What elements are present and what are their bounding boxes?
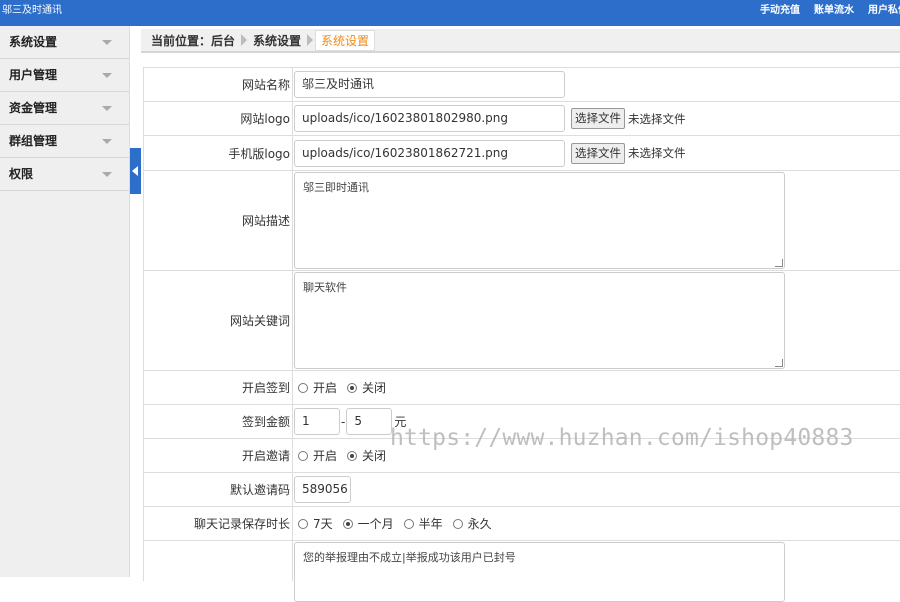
resize-grip-icon[interactable] (775, 259, 783, 267)
row-mobile-logo: 手机版logo uploads/ico/16023801862721.png 选… (144, 136, 900, 171)
chevron-down-icon (102, 106, 112, 111)
chevron-down-icon (102, 172, 112, 177)
sidebar-item-label: 资金管理 (9, 101, 58, 115)
settings-form: 网站名称 邬三及时通讯 网站logo uploads/ico/160238018… (143, 67, 900, 602)
sign-in-off-label: 关闭 (362, 381, 387, 395)
manual-recharge-link[interactable]: 手动充值 (760, 1, 800, 16)
sidebar-item-label: 群组管理 (9, 134, 58, 148)
watermark: https://www.huzhan.com/ishop40883 (390, 425, 854, 451)
row-chat-retention: 聊天记录保存时长 7天 一个月 半年 永久 (144, 507, 900, 541)
invite-off-label: 关闭 (362, 449, 387, 463)
sign-amount-label: 签到金额 (144, 405, 293, 438)
breadcrumb-section[interactable]: 系统设置 (249, 32, 305, 49)
mobile-logo-file-status: 未选择文件 (628, 146, 686, 160)
sidebar: 系统设置 用户管理 资金管理 群组管理 权限 (0, 26, 130, 577)
resize-grip-icon[interactable] (775, 359, 783, 367)
app-title: 邬三及时通讯 (2, 5, 62, 16)
site-description-label: 网站描述 (144, 171, 293, 270)
breadcrumb-home: 当前位置：后台 (151, 33, 236, 48)
invite-on-radio[interactable] (298, 450, 308, 461)
site-logo-choose-file-button[interactable]: 选择文件 (571, 108, 625, 129)
retention-6m-radio[interactable] (403, 518, 414, 529)
site-keywords-textarea[interactable]: 聊天软件 (294, 272, 785, 369)
chevron-down-icon (102, 73, 112, 78)
retention-1m-radio[interactable] (342, 518, 353, 529)
site-logo-path-input[interactable]: uploads/ico/16023801802980.png (294, 105, 565, 132)
row-report-text: 您的举报理由不成立|举报成功该用户已封号 (144, 541, 900, 602)
report-text-textarea[interactable]: 您的举报理由不成立|举报成功该用户已封号 (294, 542, 785, 602)
chevron-down-icon (102, 139, 112, 144)
invite-code-input[interactable]: 589056 (294, 476, 351, 503)
sign-in-on-label: 开启 (313, 381, 338, 395)
report-text-value: 您的举报理由不成立|举报成功该用户已封号 (303, 551, 516, 564)
invite-label: 开启邀请 (144, 439, 293, 472)
retention-forever-label: 永久 (467, 517, 492, 531)
sign-amount-separator: - (341, 414, 346, 429)
row-invite-code: 默认邀请码 589056 (144, 473, 900, 507)
row-site-name: 网站名称 邬三及时通讯 (144, 68, 900, 102)
bill-flow-link[interactable]: 账单流水 (814, 1, 854, 16)
site-name-label: 网站名称 (144, 68, 293, 101)
sidebar-item-label: 系统设置 (9, 35, 58, 49)
breadcrumb-separator-icon (241, 34, 248, 46)
retention-forever-radio[interactable] (452, 518, 463, 529)
retention-7d-radio[interactable] (298, 518, 308, 529)
report-text-label (144, 541, 293, 581)
sidebar-item-system-settings[interactable]: 系统设置 (0, 26, 129, 59)
sign-amount-max-input[interactable]: 5 (346, 408, 393, 435)
site-keywords-label: 网站关键词 (144, 271, 293, 370)
row-site-logo: 网站logo uploads/ico/16023801802980.png 选择… (144, 102, 900, 136)
chat-retention-label: 聊天记录保存时长 (144, 507, 293, 540)
invite-off-radio[interactable] (347, 450, 358, 461)
site-name-input[interactable]: 邬三及时通讯 (294, 71, 565, 98)
breadcrumb: 当前位置：后台 系统设置 系统设置 (141, 29, 900, 53)
mobile-logo-label: 手机版logo (144, 136, 293, 170)
row-site-keywords: 网站关键词 聊天软件 (144, 271, 900, 371)
sidebar-item-label: 用户管理 (9, 68, 58, 82)
mobile-logo-choose-file-button[interactable]: 选择文件 (571, 142, 625, 164)
sign-in-on-radio[interactable] (298, 382, 308, 393)
sidebar-item-user-management[interactable]: 用户管理 (0, 59, 129, 92)
sign-amount-min-input[interactable]: 1 (294, 408, 340, 435)
site-description-text: 邬三即时通讯 (303, 181, 369, 194)
invite-on-label: 开启 (313, 449, 338, 463)
user-message-link[interactable]: 用户私信 (868, 1, 900, 16)
site-logo-file-status: 未选择文件 (628, 111, 686, 126)
retention-6m-label: 半年 (418, 517, 443, 531)
top-links: 手动充值 账单流水 用户私信 (760, 1, 900, 16)
sign-in-off-radio[interactable] (347, 382, 358, 393)
retention-1m-label: 一个月 (357, 517, 394, 531)
chevron-left-icon (132, 166, 138, 176)
breadcrumb-current: 系统设置 (315, 29, 376, 51)
row-site-description: 网站描述 邬三即时通讯 (144, 171, 900, 271)
mobile-logo-path-input[interactable]: uploads/ico/16023801862721.png (294, 139, 565, 167)
sidebar-item-permissions[interactable]: 权限 (0, 158, 129, 191)
site-description-textarea[interactable]: 邬三即时通讯 (294, 172, 785, 269)
sidebar-item-fund-management[interactable]: 资金管理 (0, 92, 129, 125)
top-bar: 邬三及时通讯 手动充值 账单流水 用户私信 (0, 0, 900, 26)
invite-code-label: 默认邀请码 (144, 473, 293, 506)
retention-7d-label: 7天 (313, 517, 333, 531)
sign-in-label: 开启签到 (144, 371, 293, 404)
site-keywords-text: 聊天软件 (303, 281, 347, 294)
site-logo-label: 网站logo (144, 102, 293, 135)
chevron-down-icon (102, 40, 112, 45)
sidebar-item-label: 权限 (9, 167, 34, 181)
row-sign-in: 开启签到 开启 关闭 (144, 371, 900, 405)
breadcrumb-separator-icon (307, 34, 314, 46)
sidebar-collapse-toggle[interactable] (130, 148, 141, 194)
sidebar-item-group-management[interactable]: 群组管理 (0, 125, 129, 158)
